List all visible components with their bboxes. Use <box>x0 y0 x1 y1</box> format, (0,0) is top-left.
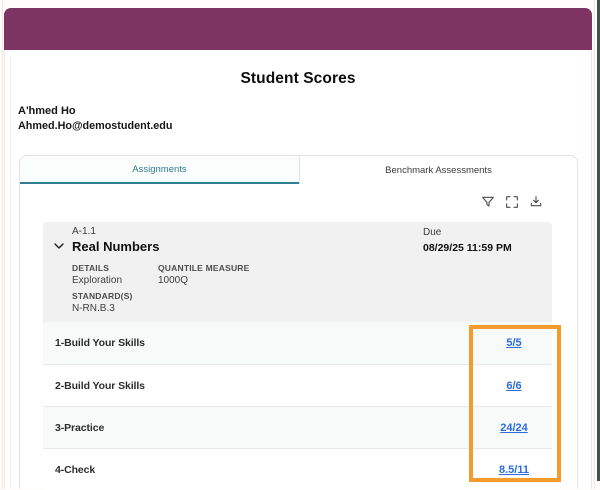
tab-benchmark-assessments[interactable]: Benchmark Assessments <box>299 156 577 184</box>
chevron-down-icon[interactable] <box>51 238 67 254</box>
item-label: 4-Check <box>55 463 96 476</box>
quantile-measure-value: 1000Q <box>158 275 189 286</box>
score-link[interactable]: 8.5/11 <box>470 464 558 476</box>
page-edge-right <box>594 0 595 489</box>
assignment-title: Real Numbers <box>72 239 160 254</box>
item-label: 3-Practice <box>55 421 105 434</box>
item-label: 1-Build Your Skills <box>55 337 145 349</box>
table-row: 2-Build Your Skills 6/6 <box>43 364 552 406</box>
assignment-card: A-1.1 Real Numbers Due 08/29/25 11:59 PM… <box>43 222 552 322</box>
score-link[interactable]: 5/5 <box>470 337 558 349</box>
tab-assignments[interactable]: Assignments <box>20 156 299 184</box>
due-label: Due <box>423 227 442 238</box>
assignment-items-list: 1-Build Your Skills 5/5 2-Build Your Ski… <box>43 322 552 490</box>
due-date: 08/29/25 11:59 PM <box>423 242 512 254</box>
divider-line <box>10 56 11 489</box>
assignment-code: A-1.1 <box>72 226 96 237</box>
table-row: 3-Practice 24/24 <box>43 406 552 448</box>
student-name: A'hmed Ho <box>18 105 76 117</box>
details-label: DETAILS <box>72 263 110 273</box>
standards-value: N-RN.B.3 <box>72 303 115 314</box>
table-toolbar <box>480 194 544 210</box>
download-icon[interactable] <box>528 194 544 210</box>
item-label: 2-Build Your Skills <box>55 379 145 392</box>
page-title: Student Scores <box>240 70 356 87</box>
page-edge-left <box>2 0 3 489</box>
quantile-measure-label: QUANTILE MEASURE <box>158 263 250 273</box>
table-row: 1-Build Your Skills 5/5 <box>43 322 552 364</box>
standards-label: STANDARD(S) <box>72 291 133 301</box>
score-link[interactable]: 6/6 <box>470 380 558 392</box>
filter-icon[interactable] <box>480 194 496 210</box>
table-row: 4-Check 8.5/11 <box>43 448 552 490</box>
details-value: Exploration <box>72 275 123 286</box>
modal-header-bar <box>4 8 592 50</box>
tab-strip: Assignments Benchmark Assessments <box>20 156 577 184</box>
score-link[interactable]: 24/24 <box>470 422 558 434</box>
student-email: Ahmed.Ho@demostudent.edu <box>18 120 173 132</box>
fullscreen-icon[interactable] <box>504 194 520 210</box>
